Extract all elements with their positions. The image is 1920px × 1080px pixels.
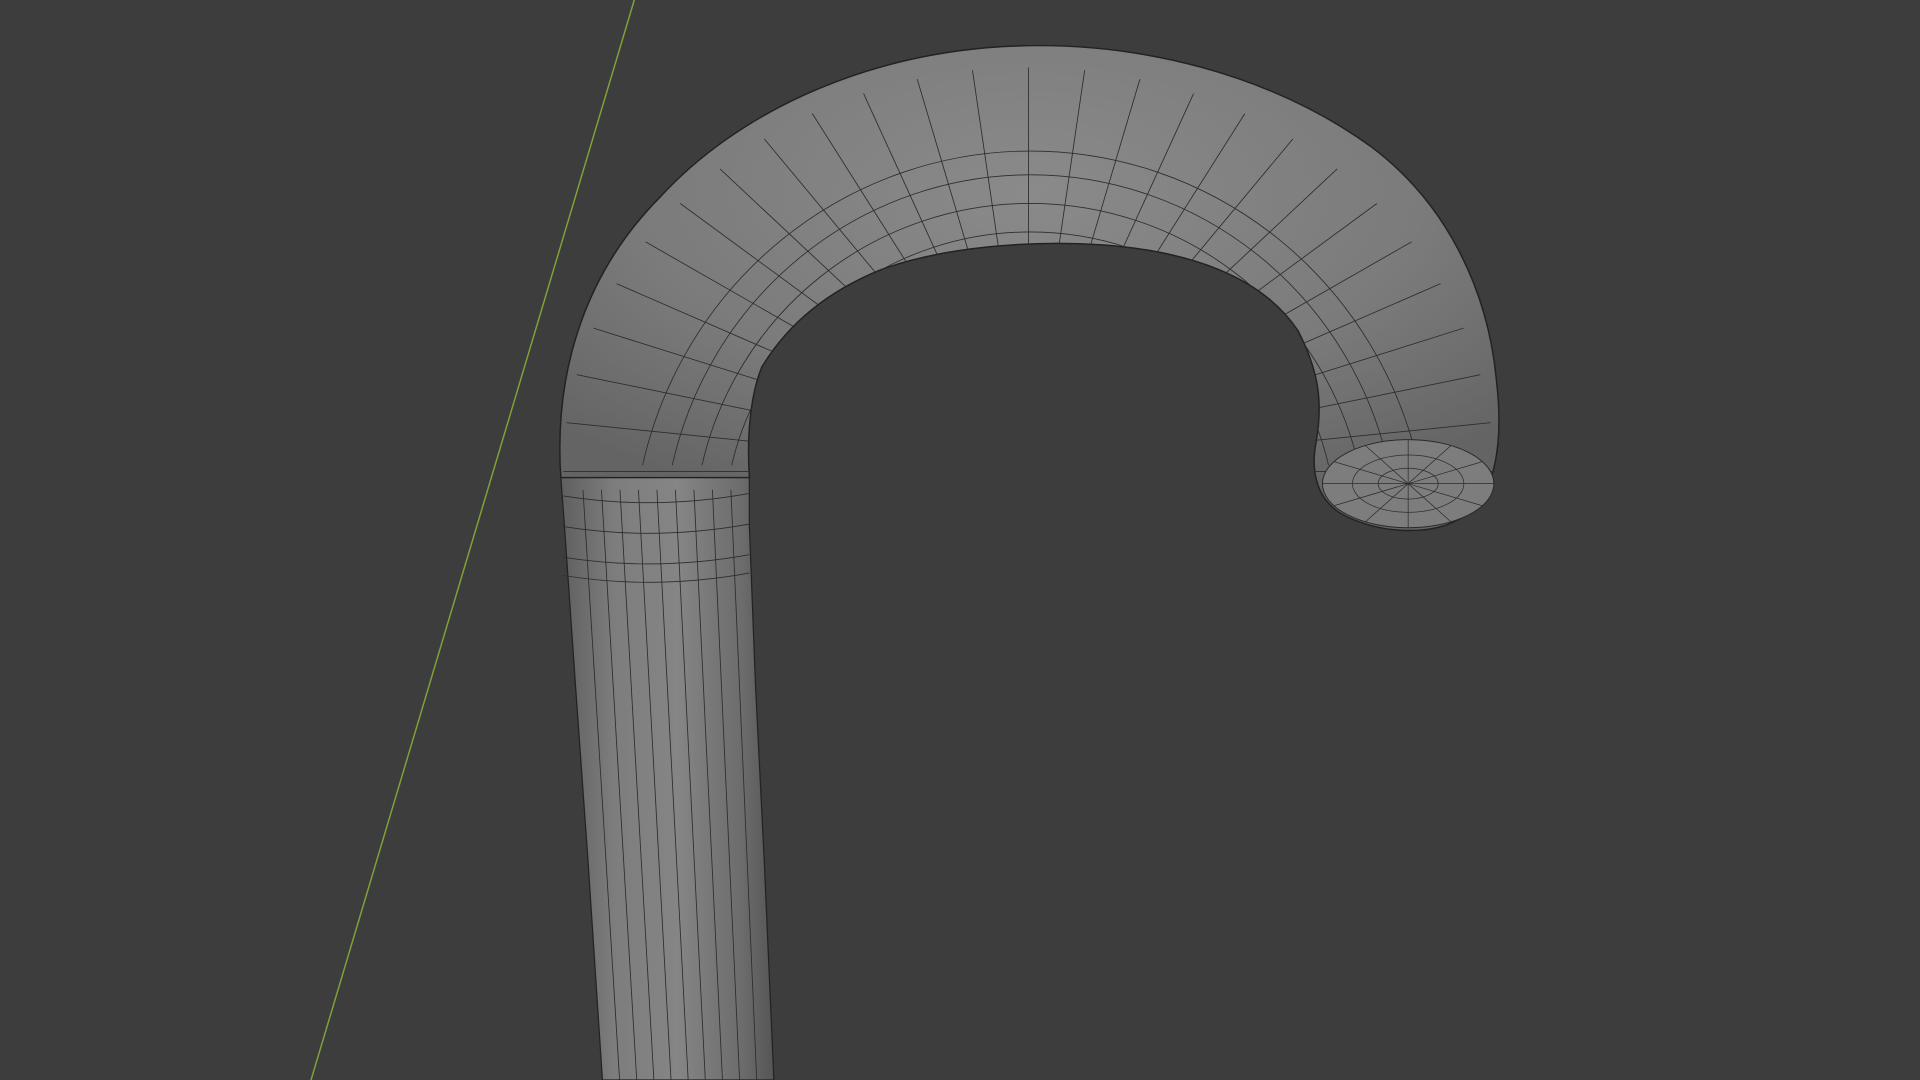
cane-hook[interactable]	[559, 44, 1500, 532]
hook-edge-loop	[757, 264, 1303, 466]
hook-edge-loop	[808, 307, 1251, 466]
hook-edge-loop	[784, 288, 1275, 466]
cane-shaft[interactable]	[560, 476, 775, 1080]
3d-viewport[interactable]	[0, 0, 1920, 1080]
viewport-scene	[310, 0, 1500, 1080]
